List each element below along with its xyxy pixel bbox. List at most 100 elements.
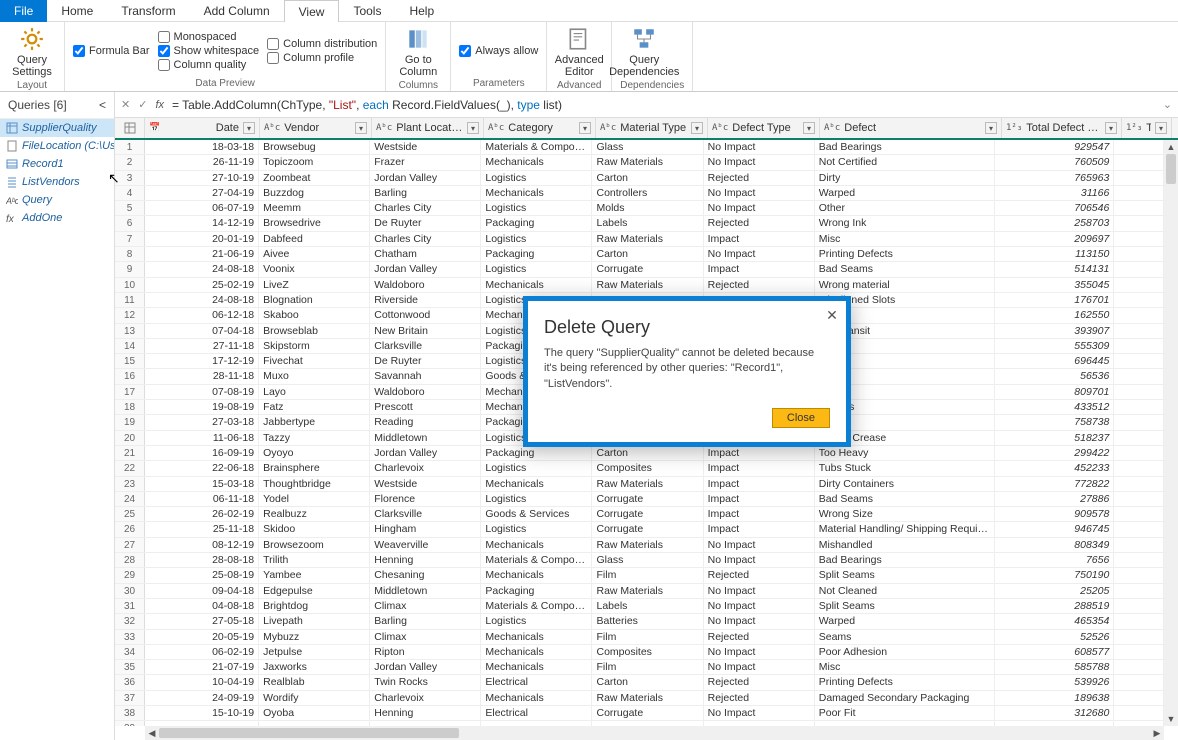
- table-row[interactable]: 3610-04-19RealblabTwin RocksElectricalCa…: [115, 675, 1164, 690]
- formula-cancel-icon[interactable]: ✕: [121, 98, 130, 111]
- table-row[interactable]: 2222-06-18BrainsphereCharlevoixLogistics…: [115, 461, 1164, 476]
- scroll-thumb-v[interactable]: [1166, 154, 1176, 184]
- cell: Raw Materials: [592, 477, 703, 491]
- table-row[interactable]: 3320-05-19MybuzzClimaxMechanicalsFilmRej…: [115, 630, 1164, 645]
- table-row[interactable]: 3815-10-19OyobaHenningElectricalCorrugat…: [115, 706, 1164, 721]
- scroll-down-icon[interactable]: ▼: [1164, 712, 1178, 726]
- collapse-pane-icon[interactable]: <: [99, 98, 106, 112]
- cell: Composites: [592, 645, 703, 659]
- cell: 56536: [995, 369, 1114, 383]
- column-filter-icon[interactable]: ▾: [467, 122, 479, 134]
- dialog-close-icon[interactable]: ✕: [824, 307, 840, 323]
- table-row[interactable]: 2708-12-19BrowsezoomWeavervilleMechanica…: [115, 538, 1164, 553]
- table-row[interactable]: 614-12-19BrowsedriveDe RuyterPackagingLa…: [115, 216, 1164, 231]
- queries-pane: Queries [6] < SupplierQualityFileLocatio…: [0, 92, 115, 740]
- show-whitespace-checkbox[interactable]: Show whitespace: [158, 45, 260, 57]
- column-filter-icon[interactable]: ▾: [691, 122, 703, 134]
- column-filter-icon[interactable]: ▾: [803, 122, 815, 134]
- scroll-thumb-h[interactable]: [159, 728, 459, 738]
- cell: 189638: [995, 691, 1114, 705]
- row-number: 21: [115, 446, 145, 460]
- column-filter-icon[interactable]: ▾: [1155, 122, 1167, 134]
- column-filter-icon[interactable]: ▾: [243, 122, 255, 134]
- cell: 18-03-18: [145, 140, 259, 154]
- column-profile-checkbox[interactable]: Column profile: [267, 52, 377, 64]
- menu-help[interactable]: Help: [395, 0, 448, 22]
- scroll-right-icon[interactable]: ▶: [1150, 726, 1164, 740]
- table-row[interactable]: 2526-02-19RealbuzzClarksvilleGoods & Ser…: [115, 507, 1164, 522]
- column-filter-icon[interactable]: ▾: [579, 122, 591, 134]
- table-row[interactable]: 1025-02-19LiveZWaldoboroMechanicalsRaw M…: [115, 278, 1164, 293]
- fx-icon[interactable]: fx: [155, 99, 164, 111]
- scroll-up-icon[interactable]: ▲: [1164, 140, 1178, 154]
- column-header-plant-location[interactable]: AᵇcPlant Location▾: [372, 118, 484, 138]
- column-header-vendor[interactable]: AᵇcVendor▾: [260, 118, 372, 138]
- horizontal-scrollbar[interactable]: ◀ ▶: [145, 726, 1164, 740]
- menu-view[interactable]: View: [284, 0, 340, 22]
- table-row[interactable]: 3724-09-19WordifyCharlevoixMechanicalsRa…: [115, 691, 1164, 706]
- row-header-corner[interactable]: [115, 118, 145, 138]
- table-row[interactable]: 3009-04-18EdgepulseMiddletownPackagingRa…: [115, 584, 1164, 599]
- table-row[interactable]: 3521-07-19JaxworksJordan ValleyMechanica…: [115, 660, 1164, 675]
- column-header-material-type[interactable]: AᵇcMaterial Type▾: [596, 118, 708, 138]
- table-row[interactable]: 3406-02-19JetpulseRiptonMechanicalsCompo…: [115, 645, 1164, 660]
- column-header-date[interactable]: 📅Date▾: [145, 118, 260, 138]
- formula-bar-checkbox[interactable]: Formula Bar: [73, 45, 150, 57]
- column-quality-checkbox[interactable]: Column quality: [158, 59, 260, 71]
- table-row[interactable]: 2315-03-18ThoughtbridgeWestsideMechanica…: [115, 477, 1164, 492]
- query-dependencies-button[interactable]: Query Dependencies: [620, 26, 668, 78]
- table-row[interactable]: 2625-11-18SkidooHinghamLogisticsCorrugat…: [115, 522, 1164, 537]
- query-item-listvendors[interactable]: ListVendors: [0, 173, 114, 191]
- table-row[interactable]: 720-01-19DabfeedCharles CityLogisticsRaw…: [115, 232, 1164, 247]
- table-row[interactable]: 2116-09-19OyoyoJordan ValleyPackagingCar…: [115, 446, 1164, 461]
- table-row[interactable]: 506-07-19MeemmCharles CityLogisticsMolds…: [115, 201, 1164, 216]
- query-item-record1[interactable]: Record1: [0, 155, 114, 173]
- column-filter-icon[interactable]: ▾: [985, 122, 997, 134]
- table-row[interactable]: 2406-11-18YodelFlorenceLogisticsCorrugat…: [115, 492, 1164, 507]
- query-item-addone[interactable]: fxAddOne: [0, 209, 114, 227]
- query-item-query[interactable]: AᵇcQuery: [0, 191, 114, 209]
- advanced-editor-button[interactable]: Advanced Editor: [555, 26, 603, 78]
- row-number: 14: [115, 339, 145, 353]
- query-item-filelocation-c-users-[interactable]: FileLocation (C:\Users...: [0, 137, 114, 155]
- table-row[interactable]: 3104-08-18BrightdogClimaxMaterials & Com…: [115, 599, 1164, 614]
- menu-add-column[interactable]: Add Column: [190, 0, 284, 22]
- cell: Browsezoom: [259, 538, 370, 552]
- table-row[interactable]: 2828-08-18TrilithHenningMaterials & Comp…: [115, 553, 1164, 568]
- table-row[interactable]: 118-03-18BrowsebugWestsideMaterials & Co…: [115, 140, 1164, 155]
- column-filter-icon[interactable]: ▾: [1105, 122, 1117, 134]
- table-row[interactable]: 327-10-19ZoombeatJordan ValleyLogisticsC…: [115, 171, 1164, 186]
- formula-expand-icon[interactable]: ⌄: [1163, 98, 1172, 111]
- column-header-defect[interactable]: AᵇcDefect▾: [820, 118, 1002, 138]
- column-header-category[interactable]: AᵇcCategory▾: [484, 118, 596, 138]
- column-distribution-checkbox[interactable]: Column distribution: [267, 38, 377, 50]
- cell: [1114, 385, 1164, 399]
- row-number: 20: [115, 431, 145, 445]
- column-filter-icon[interactable]: ▾: [355, 122, 367, 134]
- query-item-supplierquality[interactable]: SupplierQuality: [0, 119, 114, 137]
- scroll-left-icon[interactable]: ◀: [145, 726, 159, 740]
- column-header-total-defect-qty[interactable]: 1²₃Total Defect Qty▾: [1002, 118, 1122, 138]
- go-to-column-button[interactable]: Go to Column: [394, 26, 442, 78]
- menu-transform[interactable]: Transform: [107, 0, 189, 22]
- query-settings-button[interactable]: Query Settings: [8, 26, 56, 78]
- always-allow-checkbox[interactable]: Always allow: [459, 45, 538, 57]
- table-row[interactable]: 427-04-19BuzzdogBarlingMechanicalsContro…: [115, 186, 1164, 201]
- cell: Rejected: [704, 691, 815, 705]
- column-header-defect-type[interactable]: AᵇcDefect Type▾: [708, 118, 820, 138]
- table-row[interactable]: 226-11-19TopiczoomFrazerMechanicalsRaw M…: [115, 155, 1164, 170]
- menu-home[interactable]: Home: [47, 0, 107, 22]
- dialog-close-button[interactable]: Close: [772, 408, 830, 428]
- cell: Poor Adhesion: [815, 645, 996, 659]
- vertical-scrollbar[interactable]: ▲ ▼: [1164, 140, 1178, 726]
- column-header-total-dov[interactable]: 1²₃Total Dov▾: [1122, 118, 1172, 138]
- formula-commit-icon[interactable]: ✓: [138, 98, 147, 111]
- table-row[interactable]: 821-06-19AiveeChathamPackagingCartonNo I…: [115, 247, 1164, 262]
- formula-text[interactable]: = Table.AddColumn(ChType, "List", each R…: [172, 98, 1155, 112]
- table-row[interactable]: 2925-08-19YambeeChesaningMechanicalsFilm…: [115, 568, 1164, 583]
- monospaced-checkbox[interactable]: Monospaced: [158, 31, 260, 43]
- menu-file[interactable]: File: [0, 0, 47, 22]
- menu-tools[interactable]: Tools: [339, 0, 395, 22]
- table-row[interactable]: 924-08-18VoonixJordan ValleyLogisticsCor…: [115, 262, 1164, 277]
- table-row[interactable]: 3227-05-18LivepathBarlingLogisticsBatter…: [115, 614, 1164, 629]
